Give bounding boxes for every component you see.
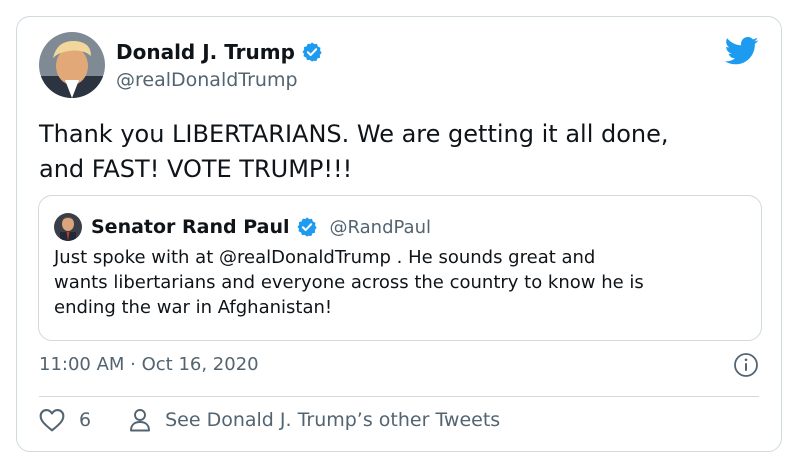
quoted-tweet-header: Senator Rand Paul @RandPaul <box>91 213 431 241</box>
quoted-text-line: wants libertarians and everyone across t… <box>54 272 644 293</box>
verified-badge-icon <box>302 42 322 62</box>
tweet-text-line: and FAST! VOTE TRUMP!!! <box>39 155 353 183</box>
heart-icon[interactable] <box>39 408 65 432</box>
quoted-tweet-text: Just spoke with at @realDonaldTrump . He… <box>54 245 754 320</box>
twitter-bird-icon[interactable] <box>725 37 759 65</box>
info-icon[interactable] <box>733 352 759 378</box>
quoted-author-handle[interactable]: @RandPaul <box>330 217 431 238</box>
embedded-tweet-card: Donald J. Trump @realDonaldTrump Thank y… <box>16 16 782 452</box>
verified-badge-icon <box>296 217 317 237</box>
see-other-tweets-link[interactable]: See Donald J. Trump’s other Tweets <box>165 409 500 431</box>
action-bar: 6 See Donald J. Trump’s other Tweets <box>39 408 500 432</box>
tweet-text-line: Thank you LIBERTARIANS. We are getting i… <box>39 120 669 148</box>
person-icon <box>130 409 151 432</box>
author-name-text[interactable]: Donald J. Trump <box>116 40 295 64</box>
tweet-timestamp[interactable]: 11:00 AM · Oct 16, 2020 <box>39 354 259 375</box>
tweet-text: Thank you LIBERTARIANS. We are getting i… <box>39 117 759 187</box>
quoted-text-line: Just spoke with at @realDonaldTrump . He… <box>54 247 596 268</box>
quoted-tweet[interactable]: Senator Rand Paul @RandPaul Just spoke w… <box>38 195 762 341</box>
author-name[interactable]: Donald J. Trump <box>116 40 323 64</box>
quoted-author-name[interactable]: Senator Rand Paul <box>91 216 290 238</box>
divider <box>39 396 759 397</box>
author-handle[interactable]: @realDonaldTrump <box>116 69 298 91</box>
like-count[interactable]: 6 <box>79 409 91 431</box>
quoted-author-avatar[interactable] <box>54 213 82 241</box>
author-avatar[interactable] <box>39 32 105 98</box>
quoted-text-line: ending the war in Afghanistan! <box>54 297 333 318</box>
